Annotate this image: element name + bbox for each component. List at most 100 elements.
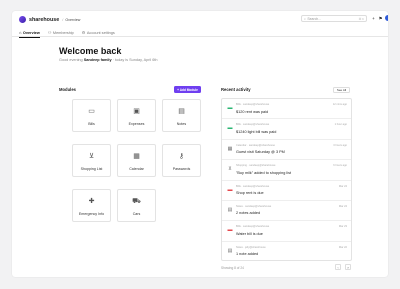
breadcrumb[interactable]: Overview	[65, 18, 80, 22]
activity-time: 1 hour ago	[334, 123, 347, 127]
module-card-shopping-list[interactable]: ⊻ Shopping List	[72, 144, 111, 177]
plus-icon[interactable]: +	[371, 16, 376, 21]
module-card-calendar[interactable]: ▦ Calendar	[117, 144, 156, 177]
activity-time: Mar 24	[338, 184, 347, 188]
activity-meta: Bills · sandeep@sharehouse	[236, 225, 270, 229]
activity-time: Mar 22	[338, 245, 347, 249]
wallet-icon: ▣	[133, 108, 140, 115]
note-icon: ▤	[178, 108, 185, 115]
activity-meta: Notes · sandeep@sharehouse	[236, 204, 272, 208]
add-module-button[interactable]: + Add Module	[174, 86, 201, 93]
search-input[interactable]: ⌕ Search... ⌘ K	[301, 15, 367, 22]
modules-title: Modules	[59, 87, 76, 92]
module-card-emergency-info[interactable]: ✚ Emergency Info	[72, 189, 111, 222]
search-icon: ⌕	[304, 16, 306, 21]
activity-text: $120 rent was paid	[236, 109, 269, 114]
activity-list: ▬ Bills · sandeep@sharehouse $120 rent w…	[221, 98, 352, 261]
cart-icon: ⊻	[228, 166, 232, 173]
activity-meta: Bills · sandeep@sharehouse	[236, 184, 270, 188]
search-placeholder: Search...	[307, 16, 321, 21]
users-icon: ⚇	[47, 30, 52, 35]
cart-icon: ⊻	[88, 153, 95, 160]
activity-text: Shop rent is due	[236, 191, 264, 196]
tab-label: Overview	[22, 30, 40, 35]
brand-name[interactable]: sharehouse	[29, 17, 59, 23]
avatar[interactable]	[385, 15, 388, 21]
tab-label: Membership	[52, 30, 74, 35]
module-card-notes[interactable]: ▤ Notes	[162, 99, 201, 132]
money-icon: ▬	[227, 227, 233, 234]
module-label: Emergency Info	[78, 212, 105, 216]
header-actions: + ⚑	[371, 15, 388, 21]
activity-text: 2 notes added	[236, 211, 261, 216]
activity-meta: Calendar · sandeep@sharehouse	[236, 143, 275, 147]
activity-text: Guest visit Saturday @ 3 PM	[236, 150, 285, 155]
activity-item[interactable]: ▤ Notes · sandeep@sharehouse 2 notes add…	[222, 201, 351, 222]
activity-item[interactable]: ▬ Bills · sandeep@sharehouse $120 rent w…	[222, 99, 351, 120]
tab-account-settings[interactable]: ⚙ Account settings	[82, 28, 115, 37]
money-icon: ▬	[227, 105, 233, 111]
activity-item[interactable]: ▤ Notes · jelly@sharehouse 1 note added …	[222, 242, 351, 260]
calendar-icon: ▦	[133, 153, 140, 160]
greeting: Good evening Sandeep family · today is S…	[59, 58, 158, 62]
settings-icon: ⚙	[81, 30, 86, 35]
logo-icon[interactable]	[19, 16, 26, 23]
calendar-icon: ▦	[227, 145, 233, 152]
first-aid-icon: ✚	[88, 198, 95, 205]
next-page-button[interactable]: ›	[345, 264, 351, 270]
money-icon: ▬	[227, 186, 233, 193]
recent-activity-title: Recent activity	[221, 87, 251, 92]
module-card-cars[interactable]: ⛟ Cars	[117, 189, 156, 222]
note-icon: ▤	[227, 206, 233, 213]
page-title: Welcome back	[59, 46, 122, 56]
top-bar: sharehouse / Overview ⌕ Search... ⌘ K + …	[12, 11, 388, 28]
car-icon: ⛟	[132, 198, 141, 205]
tab-membership[interactable]: ⚇ Membership	[48, 28, 74, 37]
module-label: Cars	[132, 212, 141, 216]
app-frame: sharehouse / Overview ⌕ Search... ⌘ K + …	[12, 11, 388, 277]
bell-icon[interactable]: ⚑	[378, 16, 383, 21]
module-label: Shopping List	[80, 167, 103, 171]
activity-meta: Bills · sandeep@sharehouse	[236, 123, 270, 127]
activity-time: 12 mins ago	[332, 103, 347, 106]
activity-text: 1 note added	[236, 252, 259, 257]
activity-meta: Bills · sandeep@sharehouse	[236, 103, 270, 106]
activity-item[interactable]: ⊻ Shopping · sandeep@sharehouse "Buy mil…	[222, 160, 351, 181]
activity-time: Mar 24	[338, 204, 347, 208]
greeting-prefix: Good evening	[59, 58, 83, 62]
activity-meta: Notes · jelly@sharehouse	[236, 245, 266, 249]
activity-text: "Buy milk" added to shopping list	[236, 170, 292, 175]
module-card-bills[interactable]: ▭ Bills	[72, 99, 111, 132]
see-all-button[interactable]: See All	[333, 87, 350, 93]
module-label: Calendar	[129, 167, 144, 171]
home-icon: ⌂	[19, 30, 22, 35]
activity-text: $1240 light bill was paid	[236, 129, 277, 134]
activity-time: 3 hours ago	[333, 143, 347, 147]
money-icon: ▭	[88, 108, 95, 115]
search-shortcut: ⌘ K	[358, 16, 364, 21]
activity-time: Mar 23	[338, 225, 347, 229]
family-name: Sandeep family	[83, 58, 112, 62]
prev-page-button[interactable]: ‹	[335, 264, 341, 270]
breadcrumb-separator: /	[62, 17, 64, 22]
module-label: Passwords	[172, 167, 191, 171]
activity-item[interactable]: ▬ Bills · sandeep@sharehouse $1240 light…	[222, 119, 351, 140]
module-card-passwords[interactable]: ⚷ Passwords	[162, 144, 201, 177]
activity-item[interactable]: ▬ Bills · sandeep@sharehouse Shop rent i…	[222, 181, 351, 201]
activity-time: 6 hours ago	[333, 164, 347, 168]
key-icon: ⚷	[178, 153, 185, 160]
greeting-suffix: · today is Sunday, April 6th	[112, 58, 158, 62]
money-icon: ▬	[227, 125, 233, 132]
activity-item[interactable]: ▬ Bills · sandeep@sharehouse Water bill …	[222, 221, 351, 242]
module-card-expenses[interactable]: ▣ Expenses	[117, 99, 156, 132]
activity-item[interactable]: ▦ Calendar · sandeep@sharehouse Guest vi…	[222, 140, 351, 161]
module-label: Bills	[88, 122, 95, 126]
tab-overview[interactable]: ⌂ Overview	[19, 28, 40, 38]
note-icon: ▤	[227, 247, 233, 254]
tab-label: Account settings	[86, 30, 115, 35]
module-label: Notes	[176, 122, 187, 126]
tab-bar: ⌂ Overview ⚇ Membership ⚙ Account settin…	[12, 28, 388, 38]
module-label: Expenses	[128, 122, 145, 126]
activity-text: Water bill is due	[236, 231, 263, 236]
activity-meta: Shopping · sandeep@sharehouse	[236, 164, 276, 168]
